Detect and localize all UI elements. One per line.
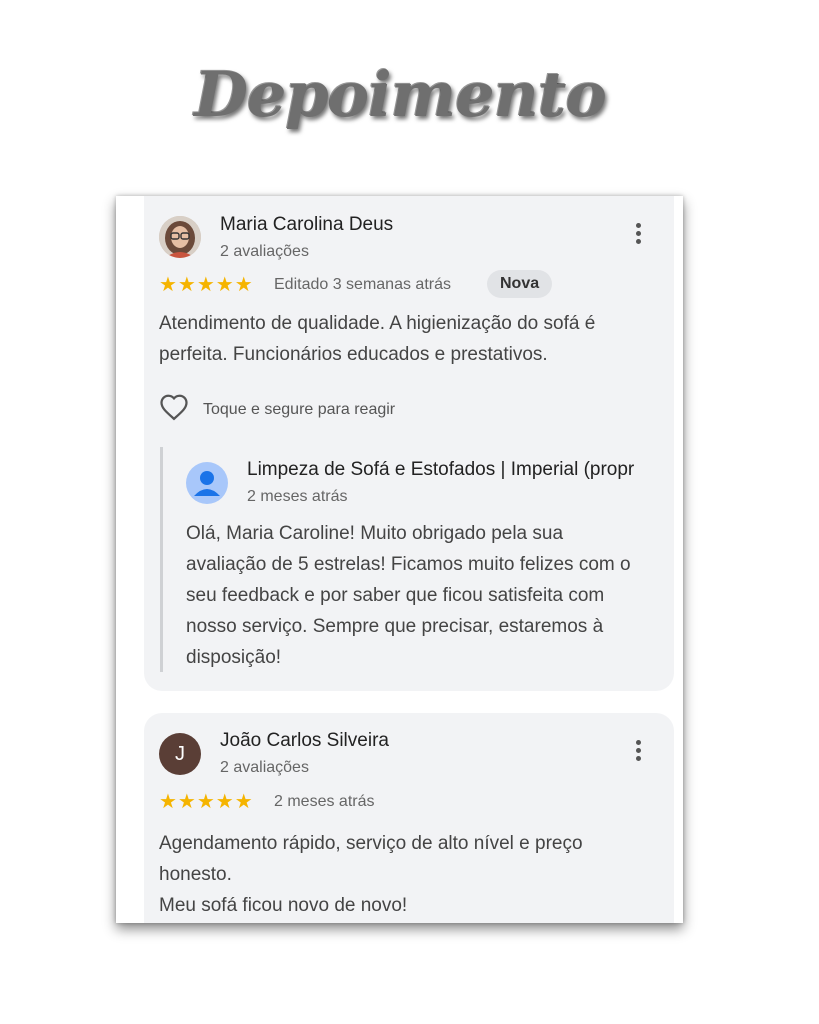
person-icon — [186, 471, 228, 504]
new-badge: Nova — [487, 270, 553, 298]
react-label: Toque e segure para reagir — [203, 400, 396, 418]
heart-outline-icon[interactable] — [159, 393, 189, 426]
review-count: 2 avaliações — [220, 243, 309, 260]
reply-text: Olá, Maria Caroline! Muito obrigado pela… — [186, 523, 631, 668]
reply-divider — [160, 447, 163, 672]
reply-date: 2 meses atrás — [247, 488, 348, 505]
review-count: 2 avaliações — [220, 759, 309, 776]
more-vert-icon[interactable] — [632, 223, 644, 251]
reviewer-name[interactable]: João Carlos Silveira — [220, 730, 389, 752]
star-rating: ★★★★★ — [159, 274, 254, 296]
reviews-screenshot: Maria Carolina Deus 2 avaliações ★★★★★ E… — [116, 196, 683, 923]
review-card: J João Carlos Silveira 2 avaliações ★★★★… — [144, 713, 674, 923]
review-text-line: Agendamento rápido, serviço de alto níve… — [159, 833, 583, 885]
reviewer-name[interactable]: Maria Carolina Deus — [220, 214, 393, 236]
more-vert-icon[interactable] — [632, 740, 644, 768]
star-rating: ★★★★★ — [159, 791, 254, 813]
page-title: Depoimento — [194, 58, 607, 131]
review-card: Maria Carolina Deus 2 avaliações ★★★★★ E… — [144, 196, 674, 691]
avatar[interactable]: J — [159, 733, 201, 775]
owner-name: Limpeza de Sofá e Estofados | Imperial (… — [247, 459, 635, 480]
avatar[interactable] — [159, 216, 201, 258]
owner-avatar — [186, 462, 228, 504]
review-text: Agendamento rápido, serviço de alto níve… — [159, 828, 649, 921]
review-text-line: Meu sofá ficou novo de novo! — [159, 895, 408, 916]
react-action[interactable]: Toque e segure para reagir — [159, 393, 395, 426]
review-date: Editado 3 semanas atrás — [274, 276, 451, 293]
review-date: 2 meses atrás — [274, 793, 375, 810]
review-text: Atendimento de qualidade. A higienização… — [159, 313, 596, 365]
